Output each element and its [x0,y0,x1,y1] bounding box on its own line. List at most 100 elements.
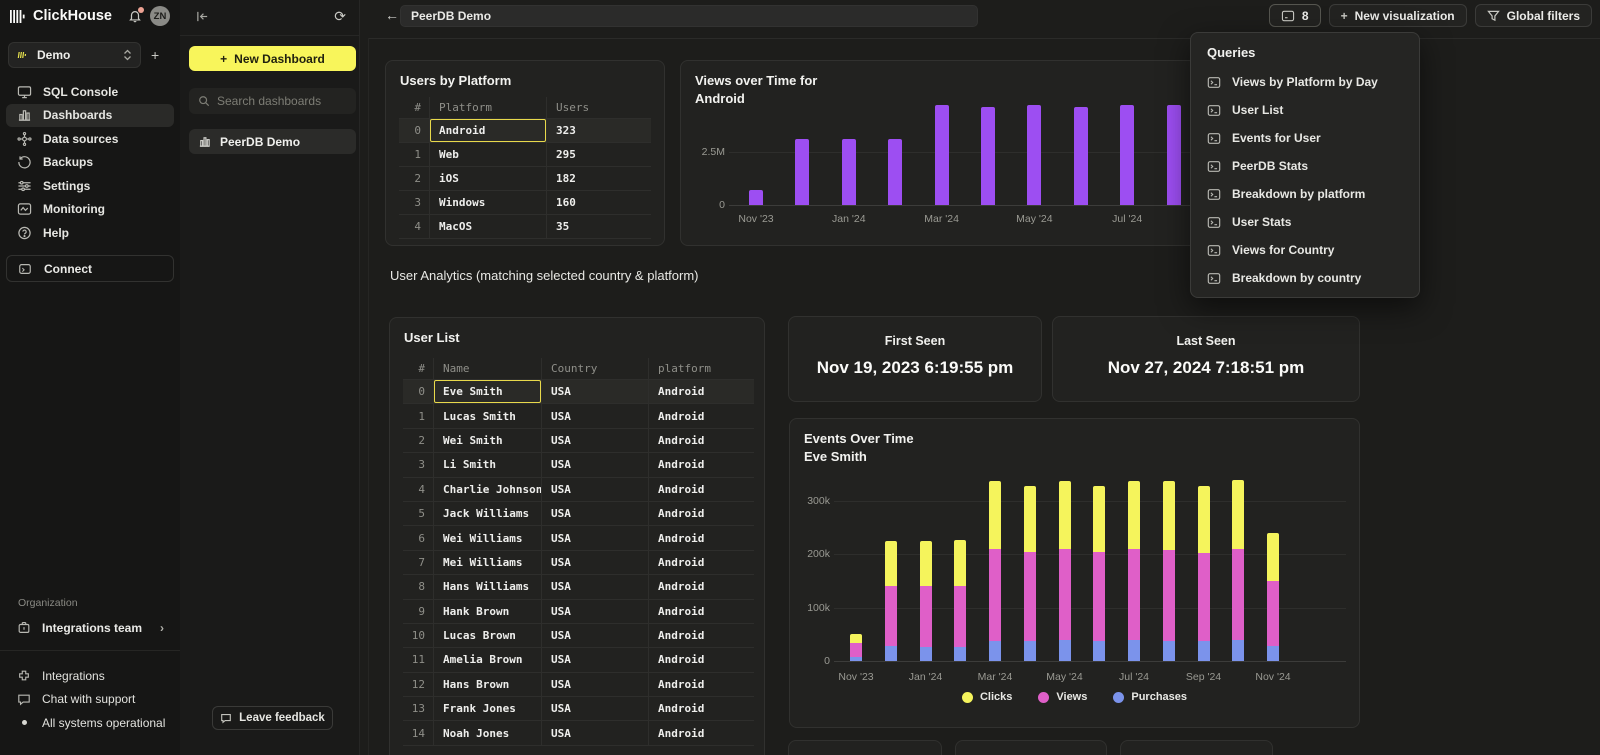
table-cell[interactable]: Android [649,697,754,720]
table-cell[interactable]: Hans Brown [434,673,542,696]
table-cell[interactable]: USA [542,404,649,427]
table-cell[interactable]: Android [649,673,754,696]
table-cell[interactable]: Lucas Brown [434,624,542,647]
table-cell[interactable]: Android [649,404,754,427]
brand[interactable]: ClickHouse [10,8,112,24]
table-cell[interactable]: Android [649,624,754,647]
table-cell[interactable]: 295 [547,143,651,166]
table-cell[interactable]: USA [542,673,649,696]
add-workspace-button[interactable]: + [151,47,159,63]
table-cell[interactable]: Li Smith [434,453,542,476]
legend-item-clicks[interactable]: Clicks [962,691,1012,703]
global-filters-button[interactable]: Global filters [1475,4,1592,27]
bar-segment-clicks[interactable] [1267,533,1279,581]
bar-segment-views[interactable] [1024,552,1036,641]
table-cell[interactable]: Noah Jones [434,721,542,744]
table-cell[interactable]: Android [649,478,754,501]
bar-segment-views[interactable] [989,549,1001,641]
query-item[interactable]: Events for User [1207,127,1407,149]
query-item[interactable]: Views by Platform by Day [1207,71,1407,93]
bar-segment-purchases[interactable] [1128,640,1140,661]
query-item[interactable]: PeerDB Stats [1207,155,1407,177]
table-cell[interactable]: USA [542,575,649,598]
bar-segment-views[interactable] [1093,552,1105,641]
bar-segment-clicks[interactable] [1163,481,1175,550]
table-cell[interactable]: Android [649,526,754,549]
table-cell[interactable]: 323 [547,119,651,142]
notifications-bell-icon[interactable] [128,9,142,23]
bar[interactable] [1027,105,1041,205]
query-item[interactable]: Breakdown by platform [1207,183,1407,205]
table-cell[interactable]: Lucas Smith [434,404,542,427]
table-cell[interactable]: Wei Williams [434,526,542,549]
bar[interactable] [1120,105,1134,205]
bar-segment-purchases[interactable] [1059,640,1071,661]
table-cell[interactable]: USA [542,380,649,403]
sidebar-item-data-sources[interactable]: Data sources [6,127,174,151]
bar-segment-views[interactable] [1163,550,1175,641]
table-cell[interactable]: Web [430,143,547,166]
bar[interactable] [888,139,902,205]
queries-count-button[interactable]: 8 [1269,4,1321,27]
leave-feedback-button[interactable]: Leave feedback [212,706,333,730]
table-cell[interactable]: Android [430,119,547,142]
bar-segment-purchases[interactable] [1232,640,1244,661]
organization-team-item[interactable]: Integrations team › [6,616,174,639]
bar-segment-purchases[interactable] [1267,646,1279,661]
legend-item-views[interactable]: Views [1038,691,1087,703]
sidebar-item-monitoring[interactable]: Monitoring [6,198,174,222]
bar-segment-purchases[interactable] [920,647,932,661]
bar-segment-clicks[interactable] [1059,481,1071,549]
table-cell[interactable]: Frank Jones [434,697,542,720]
footer-item-chat-with-support[interactable]: Chat with support [6,688,174,712]
bar-segment-purchases[interactable] [1198,641,1210,661]
query-item[interactable]: Views for Country [1207,239,1407,261]
table-cell[interactable]: 35 [547,215,651,238]
refresh-icon[interactable]: ⟳ [334,8,346,25]
collapse-panel-icon[interactable] [196,10,209,23]
sidebar-item-help[interactable]: Help [6,221,174,245]
bar-segment-clicks[interactable] [1232,480,1244,549]
table-cell[interactable]: USA [542,721,649,744]
sidebar-item-sql-console[interactable]: SQL Console [6,80,174,104]
bar-segment-views[interactable] [920,586,932,647]
table-cell[interactable]: iOS [430,167,547,190]
table-cell[interactable]: 160 [547,191,651,214]
footer-item-integrations[interactable]: Integrations [6,664,174,688]
table-cell[interactable]: Windows [430,191,547,214]
bar[interactable] [1074,107,1088,205]
bar-segment-clicks[interactable] [920,541,932,586]
bar-segment-views[interactable] [850,643,862,656]
table-cell[interactable]: Android [649,380,754,403]
query-item[interactable]: User List [1207,99,1407,121]
table-cell[interactable]: Hans Williams [434,575,542,598]
query-item[interactable]: User Stats [1207,211,1407,233]
bar-segment-clicks[interactable] [1024,486,1036,552]
bar-segment-views[interactable] [885,586,897,646]
new-dashboard-button[interactable]: + New Dashboard [189,46,356,71]
table-cell[interactable]: USA [542,526,649,549]
bar-segment-clicks[interactable] [1093,486,1105,552]
bar-segment-views[interactable] [1128,549,1140,640]
table-cell[interactable]: USA [542,551,649,574]
bar-segment-views[interactable] [1267,581,1279,646]
table-cell[interactable]: Hank Brown [434,600,542,623]
bar-segment-views[interactable] [1232,549,1244,640]
query-item[interactable]: Breakdown by country [1207,267,1407,289]
bar[interactable] [935,105,949,205]
table-cell[interactable]: Android [649,429,754,452]
bar-segment-clicks[interactable] [850,634,862,643]
bar[interactable] [981,107,995,205]
table-cell[interactable]: Android [649,600,754,623]
bar-segment-clicks[interactable] [1198,486,1210,553]
bar-segment-views[interactable] [1198,553,1210,642]
bar-segment-purchases[interactable] [954,647,966,661]
bar[interactable] [749,190,763,205]
bar-segment-purchases[interactable] [989,641,1001,661]
bar-segment-clicks[interactable] [885,541,897,586]
table-cell[interactable]: Android [649,551,754,574]
dashboard-search[interactable] [189,88,356,114]
avatar[interactable]: ZN [150,6,170,26]
sidebar-item-dashboards[interactable]: Dashboards [6,104,174,128]
table-cell[interactable]: Eve Smith [434,380,542,403]
